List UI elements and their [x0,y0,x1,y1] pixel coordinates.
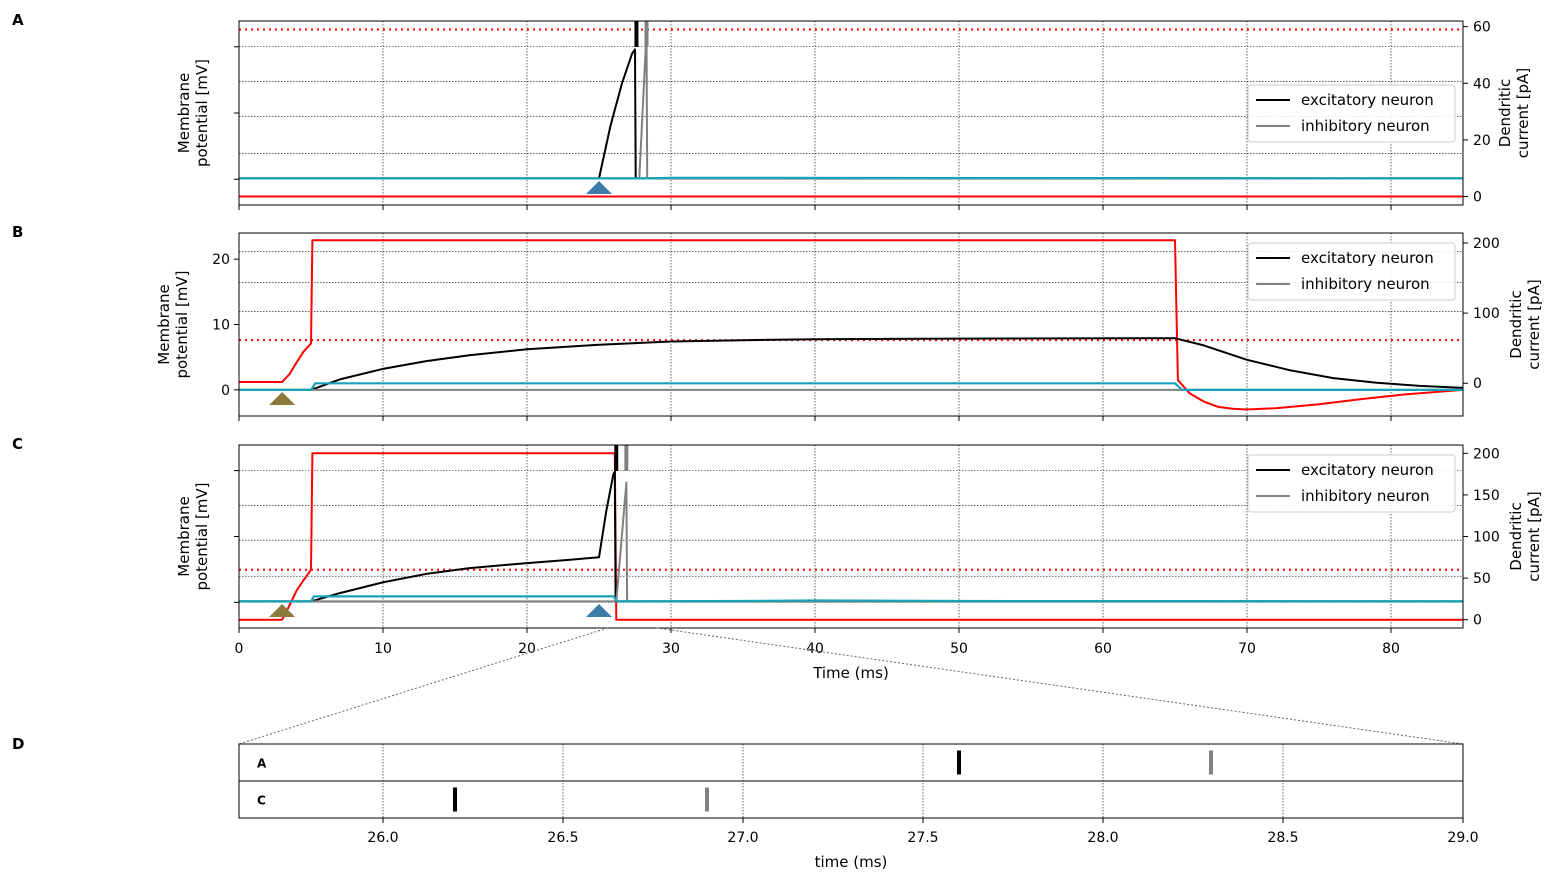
xtick-label: 50 [950,641,968,657]
xtick-label: 29.0 [1447,830,1478,846]
ytick-right-label: 200 [1473,446,1500,462]
y-axis-label-left: Membranepotential [mV] [175,59,211,167]
ytick-right-label: 200 [1473,236,1500,252]
panel-letter-c: C [12,435,23,453]
panel-c: 0 10 20 30 40 50 60 70 80 Time (ms) 0 50 100 150 200 Me… [175,444,1543,682]
xtick-label: 0 [235,641,244,657]
zoom-connector-lines [238,627,1464,745]
legend: excitatory neuron inhibitory neuron [1247,242,1456,301]
legend-label: inhibitory neuron [1301,275,1430,293]
legend-label: inhibitory neuron [1301,117,1430,135]
ytick-right-label: 0 [1473,613,1482,629]
xtick-label: 26.0 [367,830,398,846]
xtick-label: 60 [1094,641,1112,657]
xtick-label: 70 [1238,641,1256,657]
y-axis-label-right: Dendriticcurrent [pA] [1507,491,1543,581]
stimulus-marker-blue [586,181,612,194]
xtick-label: 30 [662,641,680,657]
xtick-label: 28.0 [1087,830,1118,846]
ytick-left-label: 0 [221,383,230,399]
stimulus-marker-olive [269,604,296,617]
ytick-right-label: 0 [1473,376,1482,392]
series-dendritic [239,176,1464,180]
zoom-line-left [238,627,608,745]
ytick-right-label: 20 [1473,133,1491,149]
y-axis-label-right: Dendriticcurrent [pA] [1496,68,1532,158]
ytick-right-label: 40 [1473,76,1491,92]
ytick-right-label: 0 [1473,190,1482,206]
xtick-label: 80 [1382,641,1400,657]
ytick-right-label: 50 [1473,571,1491,587]
ytick-left-label: 10 [212,318,230,334]
figure: 0 20 40 60 Membranepotential [mV] Dendriticcu… [12,11,1543,871]
ytick-right-label: 100 [1473,530,1500,546]
x-axis-label: Time (ms) [812,664,889,682]
ytick-right-label: 60 [1473,20,1491,36]
series-excitatory-neuron [239,337,1464,391]
xtick-label: 28.5 [1267,830,1298,846]
y-axis-label-left: Membranepotential [mV] [155,270,191,378]
legend: excitatory neuron inhibitory neuron [1247,454,1456,513]
xtick-label: 27.0 [727,830,758,846]
panel-d: A C 26.0 26.5 27.0 27.5 28.0 28.5 29.0 time (ms) [238,743,1479,871]
y-axis-label-left: Membranepotential [mV] [175,482,211,590]
panel-b: 010200100200Membranepotential [mV] Dendri… [155,232,1543,421]
ytick-right-label: 100 [1473,306,1500,322]
y-axis-label-right: Dendriticcurrent [pA] [1507,279,1543,369]
panel-letter-d: D [12,735,24,753]
x-axis-label: time (ms) [815,853,888,871]
ytick-left-label: 20 [212,252,230,268]
zoom-line-right [656,627,1464,745]
xtick-label: 40 [806,641,824,657]
legend-label: inhibitory neuron [1301,487,1430,505]
panel-a: 0 20 40 60 Membranepotential [mV] Dendriticcu… [175,20,1532,210]
panel-letter-b: B [12,223,23,241]
stimulus-marker-olive [269,392,296,405]
stimulus-marker-blue [586,604,612,617]
legend-label: excitatory neuron [1301,461,1434,479]
legend: excitatory neuron inhibitory neuron [1247,84,1456,143]
xtick-label: 10 [374,641,392,657]
row-label-a: A [257,757,267,771]
xtick-label: 20 [518,641,536,657]
row-label-c: C [257,794,266,808]
panel-letter-a: A [12,11,24,29]
legend-label: excitatory neuron [1301,249,1434,267]
legend-label: excitatory neuron [1301,91,1434,109]
xtick-label: 26.5 [547,830,578,846]
ytick-right-label: 150 [1473,488,1500,504]
xtick-label: 27.5 [907,830,938,846]
